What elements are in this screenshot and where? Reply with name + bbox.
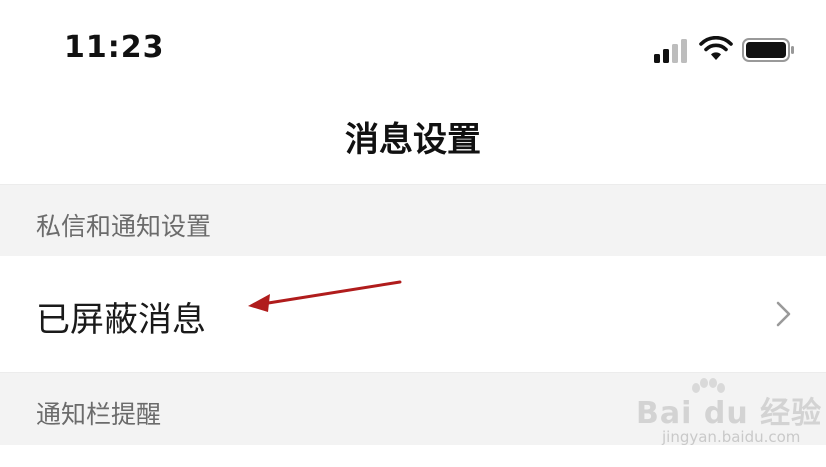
section-header-label: 私信和通知设置 bbox=[36, 212, 212, 241]
watermark-url: jingyan.baidu.com bbox=[662, 428, 801, 446]
blocked-messages-row[interactable]: 已屏蔽消息 bbox=[0, 256, 826, 372]
wifi-icon bbox=[699, 36, 733, 60]
status-bar: 11:23 bbox=[0, 0, 826, 100]
section-header-private-messages: 私信和通知设置 bbox=[0, 184, 826, 257]
section-header-label: 通知栏提醒 bbox=[36, 400, 162, 429]
signal-icon bbox=[654, 39, 687, 63]
chevron-right-icon bbox=[776, 301, 791, 327]
watermark-brand: Bai du 经验 bbox=[636, 396, 823, 431]
blocked-messages-label: 已屏蔽消息 bbox=[36, 300, 206, 340]
battery-icon bbox=[742, 38, 794, 62]
page-title: 消息设置 bbox=[345, 120, 481, 160]
status-icons bbox=[0, 36, 826, 66]
